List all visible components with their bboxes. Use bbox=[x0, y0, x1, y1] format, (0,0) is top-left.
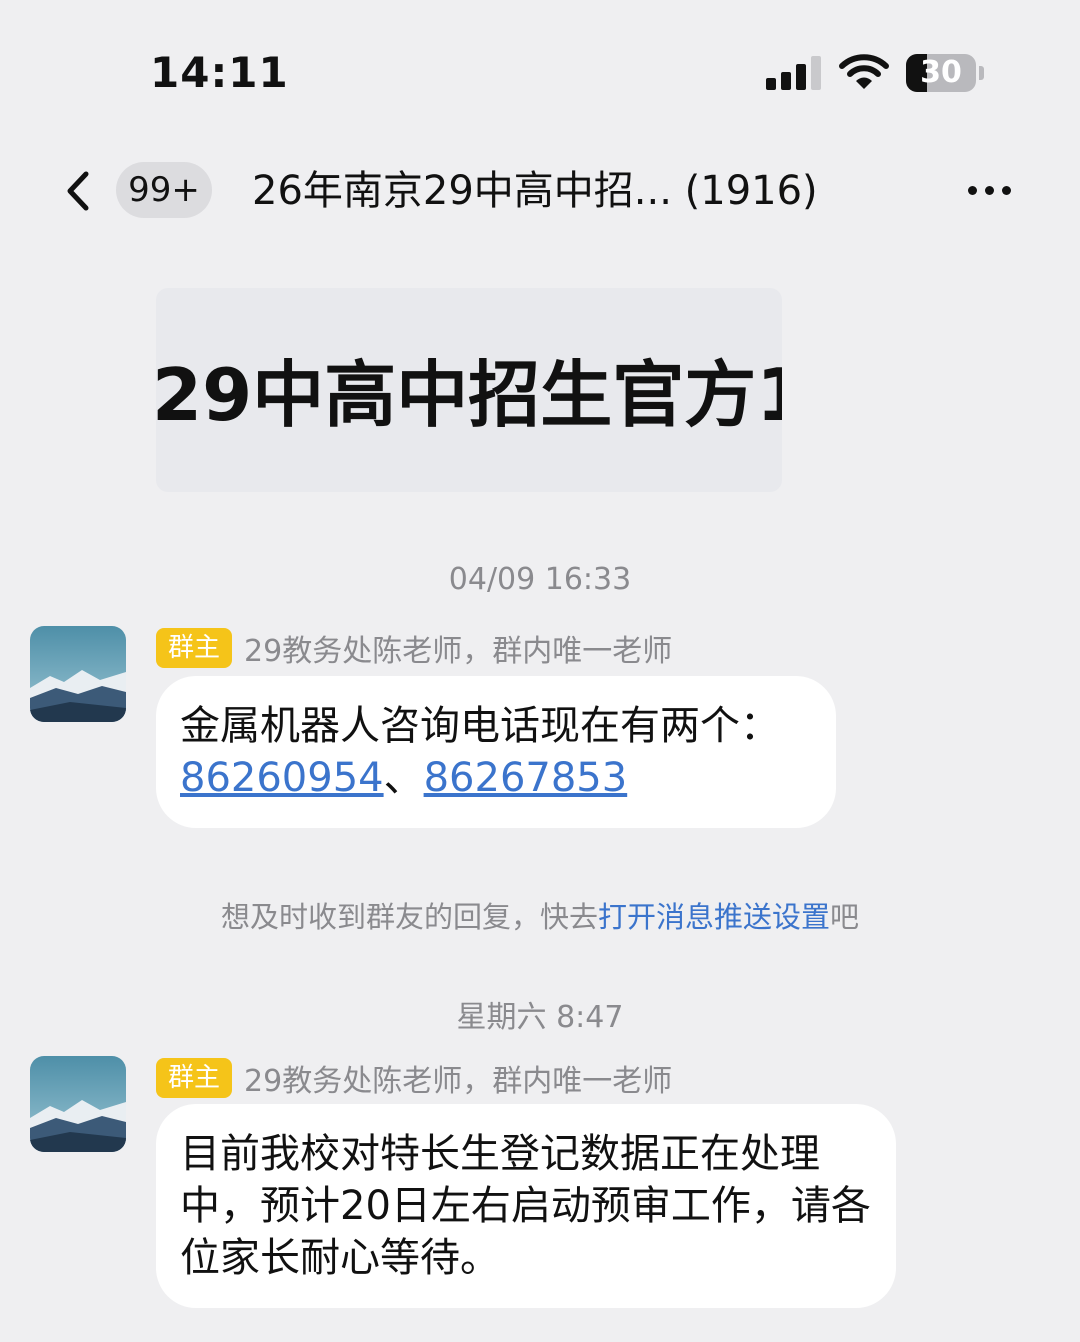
sender-name[interactable]: 29教务处陈老师，群内唯一老师 bbox=[244, 626, 672, 670]
group-owner-badge: 群主 bbox=[156, 1058, 233, 1098]
message-bubble[interactable]: 金属机器人咨询电话现在有两个： 86260954、86267853 bbox=[156, 676, 836, 828]
group-owner-badge: 群主 bbox=[156, 628, 233, 668]
tip-suffix: 吧 bbox=[830, 900, 860, 934]
wifi-icon bbox=[839, 54, 889, 89]
battery-icon: 30 bbox=[906, 54, 976, 92]
unread-count-badge[interactable]: 99+ bbox=[116, 162, 212, 218]
mountain-avatar-image bbox=[30, 626, 126, 722]
message-timestamp: 星期六 8:47 bbox=[456, 1000, 624, 1035]
status-time: 14:11 bbox=[150, 48, 289, 97]
sender-avatar[interactable] bbox=[30, 1056, 126, 1152]
back-chevron-icon[interactable] bbox=[56, 164, 100, 218]
sender-row: 群主 29教务处陈老师，群内唯一老师 bbox=[156, 1056, 672, 1100]
chat-screen: 14:11 30 99+ 26年南京29中高中招... (1916) 29中高中… bbox=[0, 0, 1080, 1342]
tip-prefix: 想及时收到群友的回复，快去 bbox=[220, 900, 598, 934]
cellular-signal-icon bbox=[766, 56, 822, 90]
separator-text: 、 bbox=[383, 755, 424, 801]
message-bubble[interactable]: 目前我校对特长生登记数据正在处理中，预计20日左右启动预审工作，请各位家长耐心等… bbox=[156, 1104, 896, 1308]
sender-row: 群主 29教务处陈老师，群内唯一老师 bbox=[156, 626, 672, 670]
battery-tip bbox=[979, 66, 984, 80]
chat-title[interactable]: 26年南京29中高中招... (1916) bbox=[252, 164, 818, 218]
sender-avatar[interactable] bbox=[30, 626, 126, 722]
message-text: 目前我校对特长生登记数据正在处理中，预计20日左右启动预审工作，请各位家长耐心等… bbox=[180, 1131, 871, 1281]
message-timestamp: 04/09 16:33 bbox=[448, 562, 632, 597]
sender-name[interactable]: 29教务处陈老师，群内唯一老师 bbox=[244, 1056, 672, 1100]
more-options-icon[interactable] bbox=[964, 176, 1016, 204]
open-push-settings-link[interactable]: 打开消息推送设置 bbox=[598, 900, 830, 934]
notification-tip: 想及时收到群友的回复，快去打开消息推送设置吧 bbox=[0, 894, 1080, 936]
pinned-notice-card[interactable]: 29中高中招生官方1群 bbox=[156, 288, 782, 492]
phone-link[interactable]: 86267853 bbox=[424, 755, 628, 801]
message-text: 金属机器人咨询电话现在有两个： bbox=[180, 703, 780, 749]
pinned-notice-text: 29中高中招生官方1群 bbox=[156, 353, 782, 437]
mountain-avatar-image bbox=[30, 1056, 126, 1152]
battery-level: 30 bbox=[920, 55, 962, 90]
phone-link[interactable]: 86260954 bbox=[180, 755, 384, 801]
